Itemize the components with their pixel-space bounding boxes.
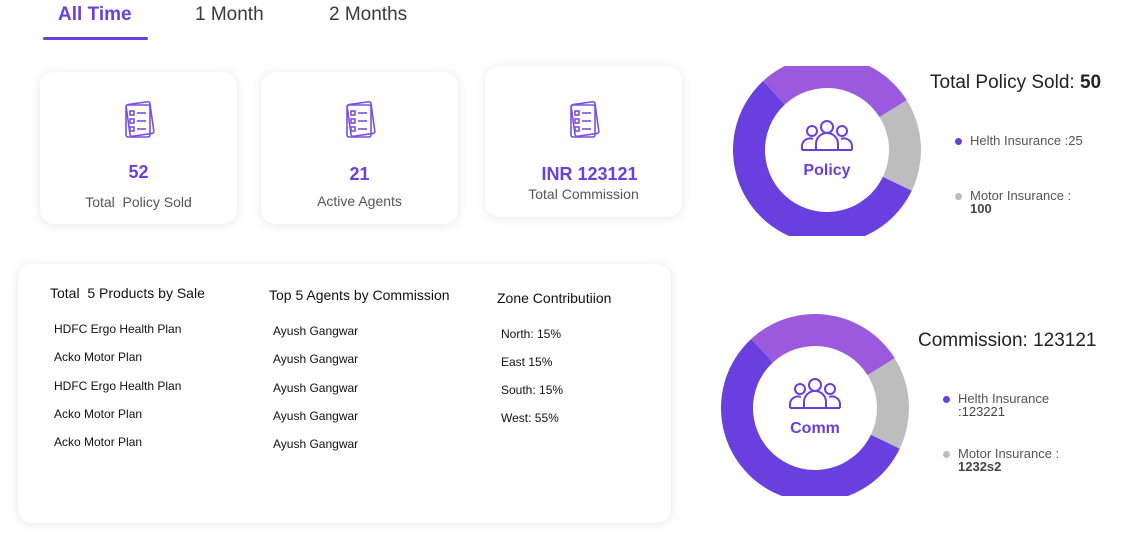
list-item: Acko Motor Plan xyxy=(54,350,143,364)
list-item: South: 15% xyxy=(501,383,564,397)
products-list-title: Total 5 Products by Sale xyxy=(50,285,205,301)
legend-label: Helth Insurance :25 xyxy=(970,133,1083,148)
donut-segment xyxy=(763,66,907,118)
agents-list-title: Top 5 Agents by Commission xyxy=(269,287,450,303)
legend-motor-policy: Motor Insurance : 100 xyxy=(955,189,1071,215)
checklist-icon xyxy=(345,100,376,138)
tab-2-months[interactable]: 2 Months xyxy=(329,4,407,26)
total-commission-value: INR 123121 xyxy=(541,164,638,184)
policy-center-label: Policy xyxy=(803,162,850,179)
list-item: HDFC Ergo Health Plan xyxy=(54,379,182,393)
checklist-icon xyxy=(569,100,600,138)
checklist-icon xyxy=(124,100,155,138)
total-policy-label: Total Policy Sold xyxy=(85,194,192,210)
legend-dot xyxy=(955,138,962,145)
stat-card-active-agents: 21 Active Agents xyxy=(261,72,458,224)
list-item: Ayush Gangwar xyxy=(273,437,359,451)
total-policy-value: 52 xyxy=(128,162,149,182)
commission-donut-title: Commission: 123121 xyxy=(918,330,1097,351)
policy-title-value: 50 xyxy=(1079,72,1102,93)
list-item: North: 15% xyxy=(501,327,562,341)
group-icon xyxy=(801,120,853,151)
donut-segment xyxy=(751,314,895,376)
list-item: Ayush Gangwar xyxy=(273,352,359,366)
legend-value: 1232s2 xyxy=(958,459,1002,474)
legend-dot xyxy=(955,193,962,200)
tab-all-time[interactable]: All Time xyxy=(58,4,132,26)
legend-value: :123221 xyxy=(958,404,1005,419)
legend-dot xyxy=(943,396,950,403)
list-item: Ayush Gangwar xyxy=(273,409,359,423)
list-item: Ayush Gangwar xyxy=(273,381,359,395)
donut-segment xyxy=(879,100,921,191)
policy-title-prefix: Total Policy Sold: xyxy=(930,72,1080,93)
time-range-tabs: All Time 1 Month 2 Months xyxy=(0,0,460,42)
policy-donut-chart: Policy xyxy=(733,66,921,236)
zones-list-title: Zone Contributiion xyxy=(497,290,612,306)
donut-segment xyxy=(867,358,909,449)
active-agents-label: Active Agents xyxy=(317,193,402,209)
tab-1-month[interactable]: 1 Month xyxy=(195,4,264,26)
list-item: Ayush Gangwar xyxy=(273,324,359,338)
legend-health-comm: Helth Insurance :123221 xyxy=(943,392,1049,418)
legend-health-policy: Helth Insurance :25 xyxy=(955,134,1083,147)
list-item: HDFC Ergo Health Plan xyxy=(54,322,182,336)
legend-motor-comm: Motor Insurance : 1232s2 xyxy=(943,447,1059,473)
list-item: West: 55% xyxy=(501,411,559,425)
stat-card-total-commission: INR 123121 Total Commission xyxy=(485,66,682,217)
total-commission-label: Total Commission xyxy=(528,186,639,202)
commission-donut-chart: Comm xyxy=(721,314,909,496)
legend-value: 100 xyxy=(970,201,992,216)
stat-card-total-policy: 52 Total Policy Sold xyxy=(40,72,237,224)
legend-dot xyxy=(943,451,950,458)
active-agents-value: 21 xyxy=(349,164,370,184)
top-lists-card: Total 5 Products by Sale HDFC Ergo Healt… xyxy=(18,264,671,523)
donut-segments xyxy=(721,314,909,496)
list-item: Acko Motor Plan xyxy=(54,435,143,449)
group-icon xyxy=(789,378,841,409)
comm-center-label: Comm xyxy=(790,420,840,437)
policy-donut-title: Total Policy Sold: 50 xyxy=(930,72,1101,94)
list-item: Acko Motor Plan xyxy=(54,407,143,421)
list-item: East 15% xyxy=(501,355,553,369)
active-tab-underline xyxy=(43,37,148,40)
